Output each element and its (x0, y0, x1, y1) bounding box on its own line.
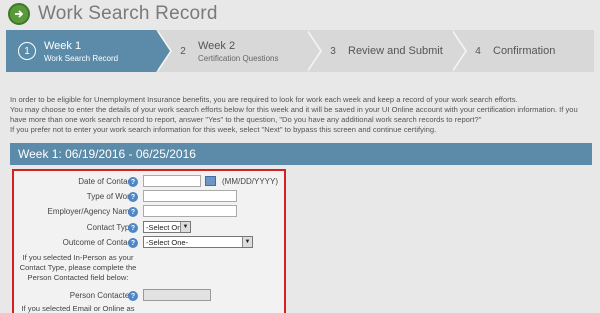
step-confirmation: 4 Confirmation (451, 30, 594, 72)
step-label: Week 2 (198, 39, 236, 52)
type-of-work-input[interactable] (143, 190, 237, 202)
chevron-down-icon: ▼ (242, 237, 252, 247)
outcome-of-contact-select[interactable]: -Select One- ▼ (143, 236, 253, 248)
step-review-submit: 3 Review and Submit (306, 30, 467, 72)
help-icon[interactable]: ? (128, 238, 138, 248)
in-person-note: If you selected In-Person as your Contac… (19, 253, 137, 282)
step-number: 3 (330, 45, 336, 57)
outcome-of-contact-label: Outcome of Contact: (62, 238, 136, 247)
calendar-icon[interactable] (205, 176, 216, 186)
page-header: Work Search Record (0, 0, 600, 28)
instructions-line-2: You may choose to enter the details of y… (10, 105, 578, 124)
work-search-form: Date of Contact: ? (MM/DD/YYYY) Type of … (12, 169, 286, 313)
date-of-contact-input[interactable] (143, 175, 201, 187)
date-format-hint: (MM/DD/YYYY) (222, 177, 278, 186)
employer-name-label: Employer/Agency Name: (47, 207, 136, 216)
chevron-down-icon: ▼ (180, 222, 190, 232)
week-header-bar: Week 1: 06/19/2016 - 06/25/2016 (10, 143, 592, 165)
email-online-note: If you selected Email or Online as (21, 304, 135, 313)
employer-name-input[interactable] (143, 205, 237, 217)
step-sublabel: Work Search Record (44, 53, 119, 63)
week-label: Week 1: 06/19/2016 - 06/25/2016 (18, 147, 196, 161)
person-contacted-input[interactable] (143, 289, 211, 301)
instructions-text: In order to be eligible for Unemployment… (10, 95, 592, 135)
progress-steps: 1 Week 1 Work Search Record 2 Week 2 Cer… (6, 30, 594, 72)
page-title: Work Search Record (38, 3, 218, 24)
step-sublabel: Certification Questions (198, 53, 279, 63)
help-icon[interactable]: ? (128, 291, 138, 301)
circle-arrow-icon (8, 3, 30, 25)
step-week-2: 2 Week 2 Certification Questions (156, 30, 322, 72)
contact-type-select[interactable]: -Select One- ▼ (143, 221, 191, 233)
help-icon[interactable]: ? (128, 192, 138, 202)
help-icon[interactable]: ? (128, 207, 138, 217)
step-label: Confirmation (493, 45, 556, 57)
step-week-1: 1 Week 1 Work Search Record (6, 30, 172, 72)
instructions-line-3: If you prefer not to enter your work sea… (10, 125, 437, 134)
step-number: 1 (18, 42, 36, 60)
help-icon[interactable]: ? (128, 223, 138, 233)
instructions-line-1: In order to be eligible for Unemployment… (10, 95, 518, 104)
person-contacted-label: Person Contacted: (69, 291, 136, 300)
help-icon[interactable]: ? (128, 177, 138, 187)
step-number: 2 (180, 45, 186, 57)
step-number: 4 (475, 45, 481, 57)
step-label: Review and Submit (348, 45, 443, 57)
outcome-of-contact-value: -Select One- (146, 237, 189, 247)
step-label: Week 1 (44, 39, 82, 52)
